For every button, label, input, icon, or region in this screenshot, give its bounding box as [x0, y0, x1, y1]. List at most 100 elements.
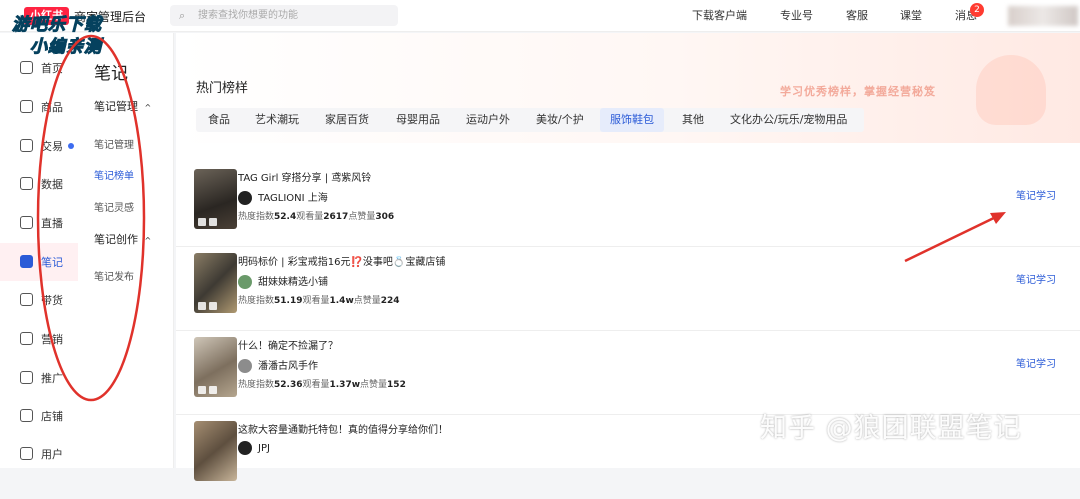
tab-home-goods[interactable]: 家居百货	[315, 108, 379, 132]
note-stats: 热度指数52.36观看量1.37w点赞量152	[238, 377, 406, 390]
heat-label: 热度指数	[238, 212, 275, 222]
banner-slogan: 学习优秀榜样，掌握经营秘笈	[780, 85, 936, 98]
subnav-link-note-manage[interactable]: 笔记管理	[94, 136, 134, 151]
user-icon	[20, 447, 33, 460]
sidebar-item-label: 营销	[41, 333, 63, 346]
views-value: 1.4w	[329, 296, 354, 306]
note-learn-link[interactable]: 笔记学习	[1016, 355, 1056, 370]
sidebar-item-goods[interactable]: 商品	[0, 88, 78, 126]
views-label: 观看量	[302, 296, 330, 306]
megaphone-icon	[20, 332, 33, 345]
nav-download-client[interactable]: 下载客户端	[692, 0, 747, 32]
note-title[interactable]: 这款大容量通勤托特包！真的值得分享给你们！	[238, 421, 448, 436]
sidebar-item-data[interactable]: 数据	[0, 165, 78, 203]
main-content: 热门榜样 学习优秀榜样，掌握经营秘笈 食品 艺术潮玩 家居百货 母婴用品 运动户…	[176, 33, 1080, 481]
image-icon	[198, 386, 206, 394]
heat-value: 51.19	[274, 296, 303, 306]
heat-label: 热度指数	[238, 296, 275, 306]
search-input[interactable]: ⌕ 搜索查找你想要的功能	[170, 5, 398, 26]
author-name: 潘潘古风手作	[258, 361, 318, 372]
avatar	[238, 275, 252, 289]
tab-other[interactable]: 其他	[672, 108, 714, 132]
likes-value: 306	[375, 212, 395, 222]
nav-customer-service[interactable]: 客服	[846, 0, 868, 32]
sidebar-item-label: 店铺	[41, 410, 63, 423]
subnav-group-create[interactable]: 笔记创作 ^	[94, 231, 151, 247]
note-learn-link[interactable]: 笔记学习	[1016, 187, 1056, 202]
note-thumbnail[interactable]	[194, 421, 237, 481]
note-learn-link[interactable]: 笔记学习	[1016, 271, 1056, 286]
note-author: 甜妹妹精选小铺	[238, 273, 328, 289]
author-name: 甜妹妹精选小铺	[258, 277, 328, 288]
image-icon	[209, 302, 217, 310]
live-icon	[20, 216, 33, 229]
chevron-up-icon: ^	[144, 103, 152, 112]
views-value: 2617	[323, 212, 349, 222]
goods-icon	[20, 100, 33, 113]
note-title[interactable]: TAG Girl 穿搭分享 | 鸢紫风铃	[238, 169, 371, 184]
home-icon	[20, 61, 33, 74]
note-author: 潘潘古风手作	[238, 357, 318, 373]
avatar	[238, 441, 252, 455]
sidebar-item-notes[interactable]: 笔记	[0, 243, 78, 281]
nav-classroom[interactable]: 课堂	[900, 0, 922, 32]
tab-culture-office-pets[interactable]: 文化办公/玩乐/宠物用品	[720, 108, 857, 132]
avatar	[238, 359, 252, 373]
note-stats: 热度指数51.19观看量1.4w点赞量224	[238, 293, 400, 306]
secondary-nav: 笔记 笔记管理 ^ 笔记管理 笔记榜单 笔记灵感 笔记创作 ^ 笔记发布	[78, 33, 174, 468]
heat-value: 52.36	[274, 380, 303, 390]
watermark-logo: 游吧乐下载 小编亲测	[12, 14, 102, 58]
note-title[interactable]: 什么！确定不捡漏了？	[238, 337, 338, 352]
notification-dot	[68, 143, 74, 149]
subnav-link-note-publish[interactable]: 笔记发布	[94, 268, 134, 283]
tab-beauty-care[interactable]: 美妆/个护	[526, 108, 594, 132]
watermark-line2: 小编亲测	[30, 37, 102, 58]
subnav-link-note-inspiration[interactable]: 笔记灵感	[94, 199, 134, 214]
note-thumbnail[interactable]	[194, 253, 237, 313]
subnav-link-note-ranking[interactable]: 笔记榜单	[94, 167, 134, 182]
account-avatar[interactable]	[1008, 6, 1078, 26]
tab-apparel-bags[interactable]: 服饰鞋包	[600, 108, 664, 132]
subnav-group-manage[interactable]: 笔记管理 ^	[94, 98, 151, 114]
likes-label: 点赞量	[348, 212, 376, 222]
image-icon	[198, 218, 206, 226]
search-placeholder: 搜索查找你想要的功能	[198, 10, 298, 21]
table-row: TAG Girl 穿搭分享 | 鸢紫风铃 TAGLIONI 上海 热度指数52.…	[176, 163, 1080, 247]
nav-professional[interactable]: 专业号	[780, 0, 813, 32]
avatar	[238, 191, 252, 205]
sidebar-item-label: 笔记	[41, 256, 63, 269]
tab-mother-baby[interactable]: 母婴用品	[386, 108, 450, 132]
bag-icon	[20, 293, 33, 306]
sidebar-item-marketing[interactable]: 营销	[0, 320, 78, 358]
tab-food[interactable]: 食品	[198, 108, 240, 132]
sidebar-item-sell[interactable]: 带货	[0, 281, 78, 319]
note-thumbnail[interactable]	[194, 169, 237, 229]
group-label: 笔记管理	[94, 100, 138, 113]
note-thumbnail[interactable]	[194, 337, 237, 397]
promote-icon	[20, 371, 33, 384]
note-icon	[20, 255, 33, 268]
sidebar-item-user[interactable]: 用户	[0, 435, 78, 473]
sidebar-item-live[interactable]: 直播	[0, 204, 78, 242]
sidebar-item-store[interactable]: 店铺	[0, 397, 78, 435]
note-title[interactable]: 明码标价 | 彩宝戒指16元⁉️没事吧💍宝藏店铺	[238, 253, 445, 268]
views-value: 1.37w	[329, 380, 361, 390]
views-label: 观看量	[302, 380, 330, 390]
author-name: JPJ	[258, 443, 270, 454]
likes-value: 152	[387, 380, 406, 390]
tab-art-toys[interactable]: 艺术潮玩	[245, 108, 309, 132]
trade-icon	[20, 139, 33, 152]
views-label: 观看量	[296, 212, 324, 222]
likes-label: 点赞量	[360, 380, 388, 390]
sidebar-item-promote[interactable]: 推广	[0, 359, 78, 397]
likes-value: 224	[380, 296, 400, 306]
search-icon: ⌕	[179, 9, 186, 22]
tab-sports-outdoor[interactable]: 运动户外	[456, 108, 520, 132]
sidebar-item-trade[interactable]: 交易	[0, 127, 78, 165]
sidebar-item-label: 直播	[41, 217, 63, 230]
sidebar: 首页 商品 交易 数据 直播 笔记 带货 营销 推广 店铺 用户	[0, 33, 78, 468]
image-icon	[209, 218, 217, 226]
sidebar-item-label: 交易	[41, 140, 63, 153]
table-row: 明码标价 | 彩宝戒指16元⁉️没事吧💍宝藏店铺 甜妹妹精选小铺 热度指数51.…	[176, 247, 1080, 331]
sidebar-item-label: 商品	[41, 101, 63, 114]
